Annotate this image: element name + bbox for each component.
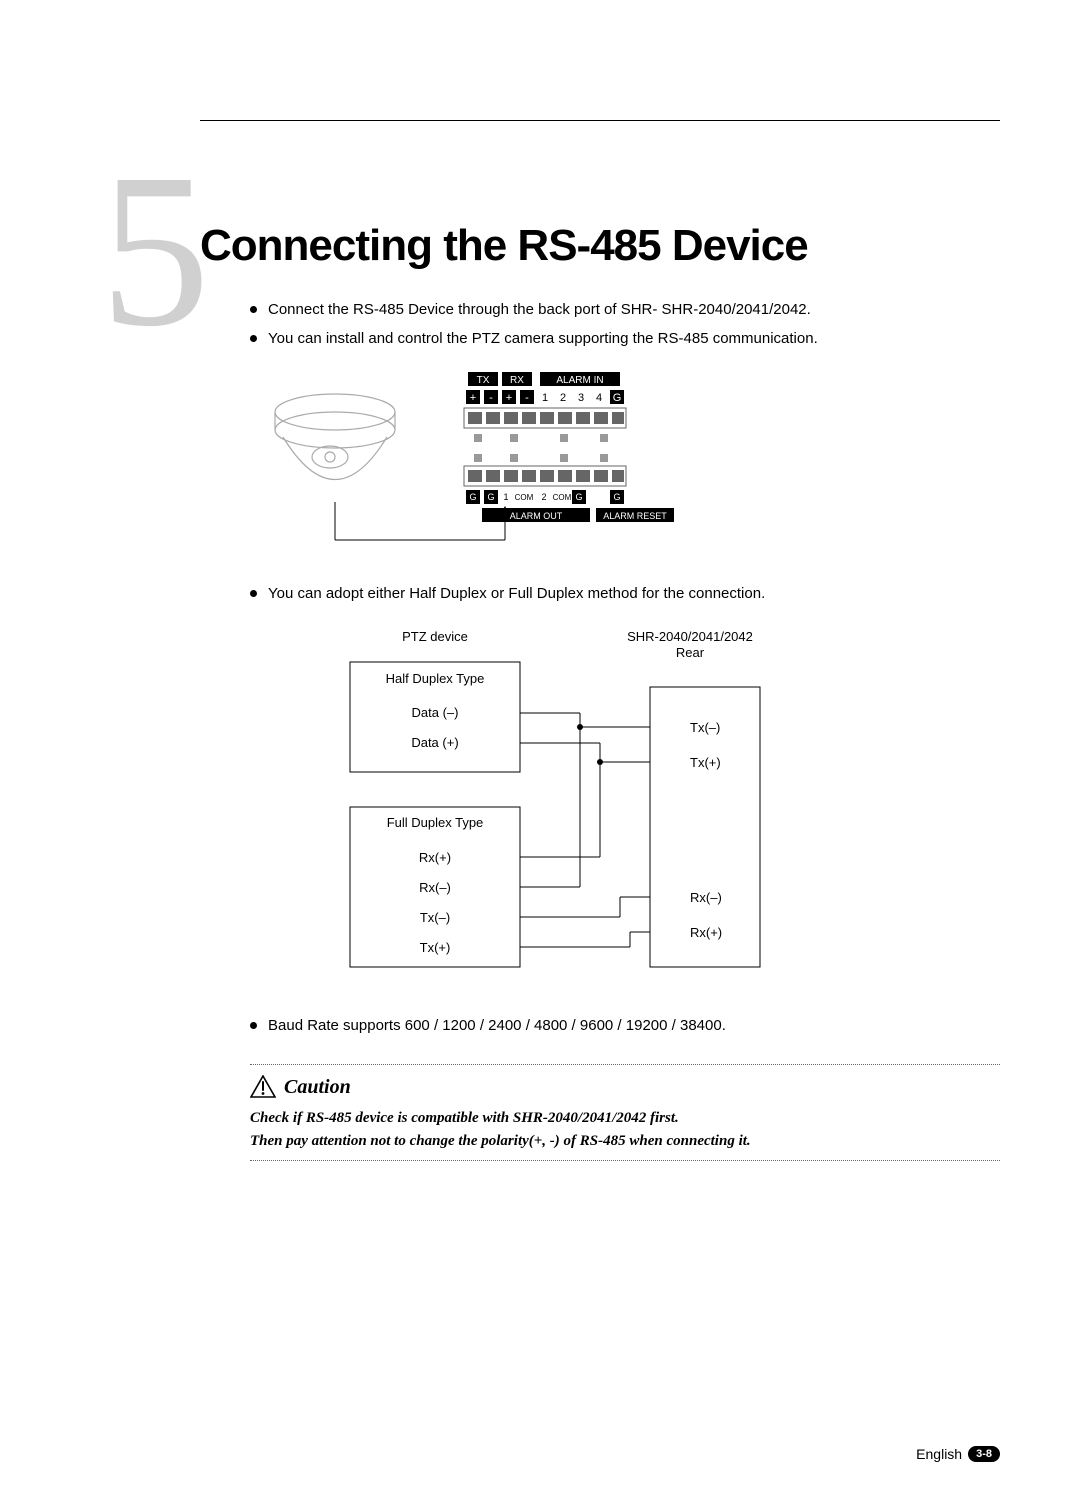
half-data-plus: Data (+): [411, 735, 458, 750]
svg-text:1: 1: [542, 392, 548, 404]
chapter-number: 5: [100, 140, 210, 360]
svg-text:-: -: [489, 392, 493, 404]
terminal-figure: TX RX ALARM IN + - + - 1 2 3 4 G: [250, 372, 1000, 560]
top-rule: [200, 120, 1000, 121]
right-txp: Tx(+): [690, 755, 721, 770]
right-rxp: Rx(+): [690, 925, 722, 940]
wiring-right-header-sub: Rear: [676, 645, 705, 660]
footer-page-number: 3-8: [968, 1446, 1000, 1462]
svg-text:G: G: [613, 492, 620, 502]
full-duplex-title: Full Duplex Type: [387, 815, 484, 830]
page-footer: English 3-8: [916, 1446, 1000, 1462]
svg-text:2: 2: [560, 392, 566, 404]
svg-text:G: G: [613, 392, 622, 404]
caution-bottom-divider: [250, 1160, 1000, 1161]
caution-top-divider: [250, 1064, 1000, 1065]
wiring-left-header: PTZ device: [402, 629, 468, 644]
full-rxp: Rx(+): [419, 850, 451, 865]
right-txn: Tx(–): [690, 720, 720, 735]
svg-text:4: 4: [596, 392, 602, 404]
half-duplex-title: Half Duplex Type: [386, 671, 485, 686]
page-title: Connecting the RS-485 Device: [200, 221, 1000, 271]
bullet-item: Baud Rate supports 600 / 1200 / 2400 / 4…: [250, 1017, 1000, 1034]
terminal-label-rx: RX: [510, 375, 524, 386]
svg-text:G: G: [469, 492, 476, 502]
connection-line: [250, 505, 700, 555]
svg-text:G: G: [575, 492, 582, 502]
caution-heading: Caution: [250, 1075, 1000, 1099]
caution-line2: Then pay attention not to change the pol…: [250, 1133, 751, 1149]
full-txn: Tx(–): [420, 910, 450, 925]
terminal-label-alarmin: ALARM IN: [556, 375, 603, 386]
svg-text:+: +: [470, 392, 476, 404]
footer-language: English: [916, 1446, 962, 1462]
baud-bullet-list: Baud Rate supports 600 / 1200 / 2400 / 4…: [250, 1017, 1000, 1034]
caution-line1: Check if RS-485 device is compatible wit…: [250, 1110, 679, 1126]
svg-text:-: -: [525, 392, 529, 404]
svg-text:1: 1: [503, 492, 508, 502]
terminal-label-tx: TX: [477, 375, 490, 386]
svg-text:3: 3: [578, 392, 584, 404]
full-txp: Tx(+): [420, 940, 451, 955]
bullet-item: Connect the RS-485 Device through the ba…: [250, 301, 1000, 318]
svg-text:COM: COM: [515, 493, 534, 502]
full-rxn: Rx(–): [419, 880, 451, 895]
caution-body: Check if RS-485 device is compatible wit…: [250, 1107, 1000, 1152]
ptz-camera-illustration: [250, 372, 420, 522]
svg-text:+: +: [506, 392, 512, 404]
svg-text:2: 2: [541, 492, 546, 502]
intro-bullet-list: Connect the RS-485 Device through the ba…: [250, 301, 1000, 347]
bullet-item: You can install and control the PTZ came…: [250, 330, 1000, 347]
half-data-minus: Data (–): [412, 705, 459, 720]
wiring-diagram: PTZ device SHR-2040/2041/2042 Rear Half …: [250, 627, 1000, 992]
svg-text:COM: COM: [553, 493, 572, 502]
svg-text:G: G: [487, 492, 494, 502]
wiring-right-header: SHR-2040/2041/2042: [627, 629, 753, 644]
warning-triangle-icon: [250, 1075, 276, 1099]
bullet-item: You can adopt either Half Duplex or Full…: [250, 585, 1000, 602]
duplex-bullet-list: You can adopt either Half Duplex or Full…: [250, 585, 1000, 602]
right-rxn: Rx(–): [690, 890, 722, 905]
caution-label: Caution: [284, 1076, 351, 1099]
